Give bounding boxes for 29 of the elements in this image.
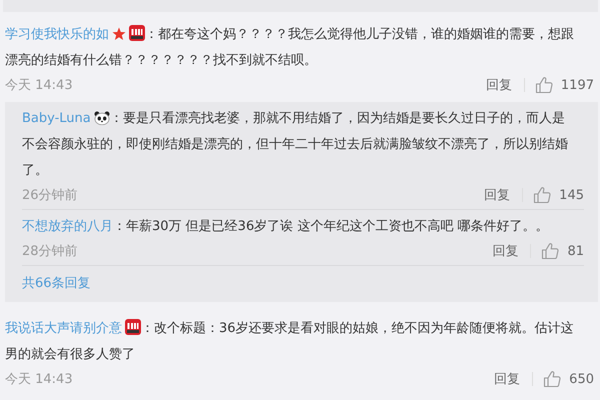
like-button[interactable]: 145 xyxy=(533,186,584,204)
comment-text: Baby-Luna ：要是只看漂亮找老婆，那就不用结婚了，因为结婚是要长久过日子的，而人是不会容颜永驻的，即使刚结婚是漂亮的，但十年二十年过去后就满脸皱纹不漂亮了，所以别结婚了。 xyxy=(22,110,569,180)
reply-link[interactable]: 回复 xyxy=(484,186,510,204)
username-link[interactable]: 我说话大声请别介意 xyxy=(5,321,122,336)
thumbs-up-icon xyxy=(534,76,553,94)
comment-text: 不想放弃的八月：年薪30万 但是已经36岁了诶 这个年纪这个工资也不高吧 哪条件好了。。 xyxy=(22,218,550,236)
reply-link[interactable]: 回复 xyxy=(486,76,512,94)
tag-icon xyxy=(129,25,145,41)
thumbs-up-icon xyxy=(541,242,560,260)
thumbs-up-icon xyxy=(543,370,562,388)
like-button[interactable]: 1197 xyxy=(534,76,594,94)
comment-text: 学习使我快乐的如 ：都在夸这个妈？？？？我怎么觉得他儿子没错，谁的婚姻谁的需要，想跟漂亮的结婚有什么错？？？？？？？找不到就不结呗。 xyxy=(5,24,575,70)
comment-text: 我说话大声请别介意 ：改个标题：36岁还要求是看对眼的姑娘，绝不因为年龄随便将就。估计这男的就会有很多人赞了 xyxy=(5,318,575,364)
like-button[interactable]: 650 xyxy=(543,370,594,388)
username-link[interactable]: Baby-Luna xyxy=(22,111,91,126)
timestamp: 26分钟前 xyxy=(22,187,78,204)
more-replies-link[interactable]: 共66条回复 xyxy=(22,270,584,298)
like-button[interactable]: 81 xyxy=(541,242,584,260)
username-link[interactable]: 学习使我快乐的如 xyxy=(5,27,109,42)
star-icon xyxy=(112,27,126,41)
timestamp: 今天 14:43 xyxy=(5,77,73,94)
reply-link[interactable]: 回复 xyxy=(494,370,520,388)
username-link[interactable]: 不想放弃的八月 xyxy=(22,219,113,234)
thumbs-up-icon xyxy=(533,186,552,204)
panda-icon xyxy=(94,111,110,125)
reply-link[interactable]: 回复 xyxy=(492,242,518,260)
timestamp: 28分钟前 xyxy=(22,243,78,260)
timestamp: 今天 14:43 xyxy=(5,371,73,388)
tag-icon xyxy=(125,319,141,335)
